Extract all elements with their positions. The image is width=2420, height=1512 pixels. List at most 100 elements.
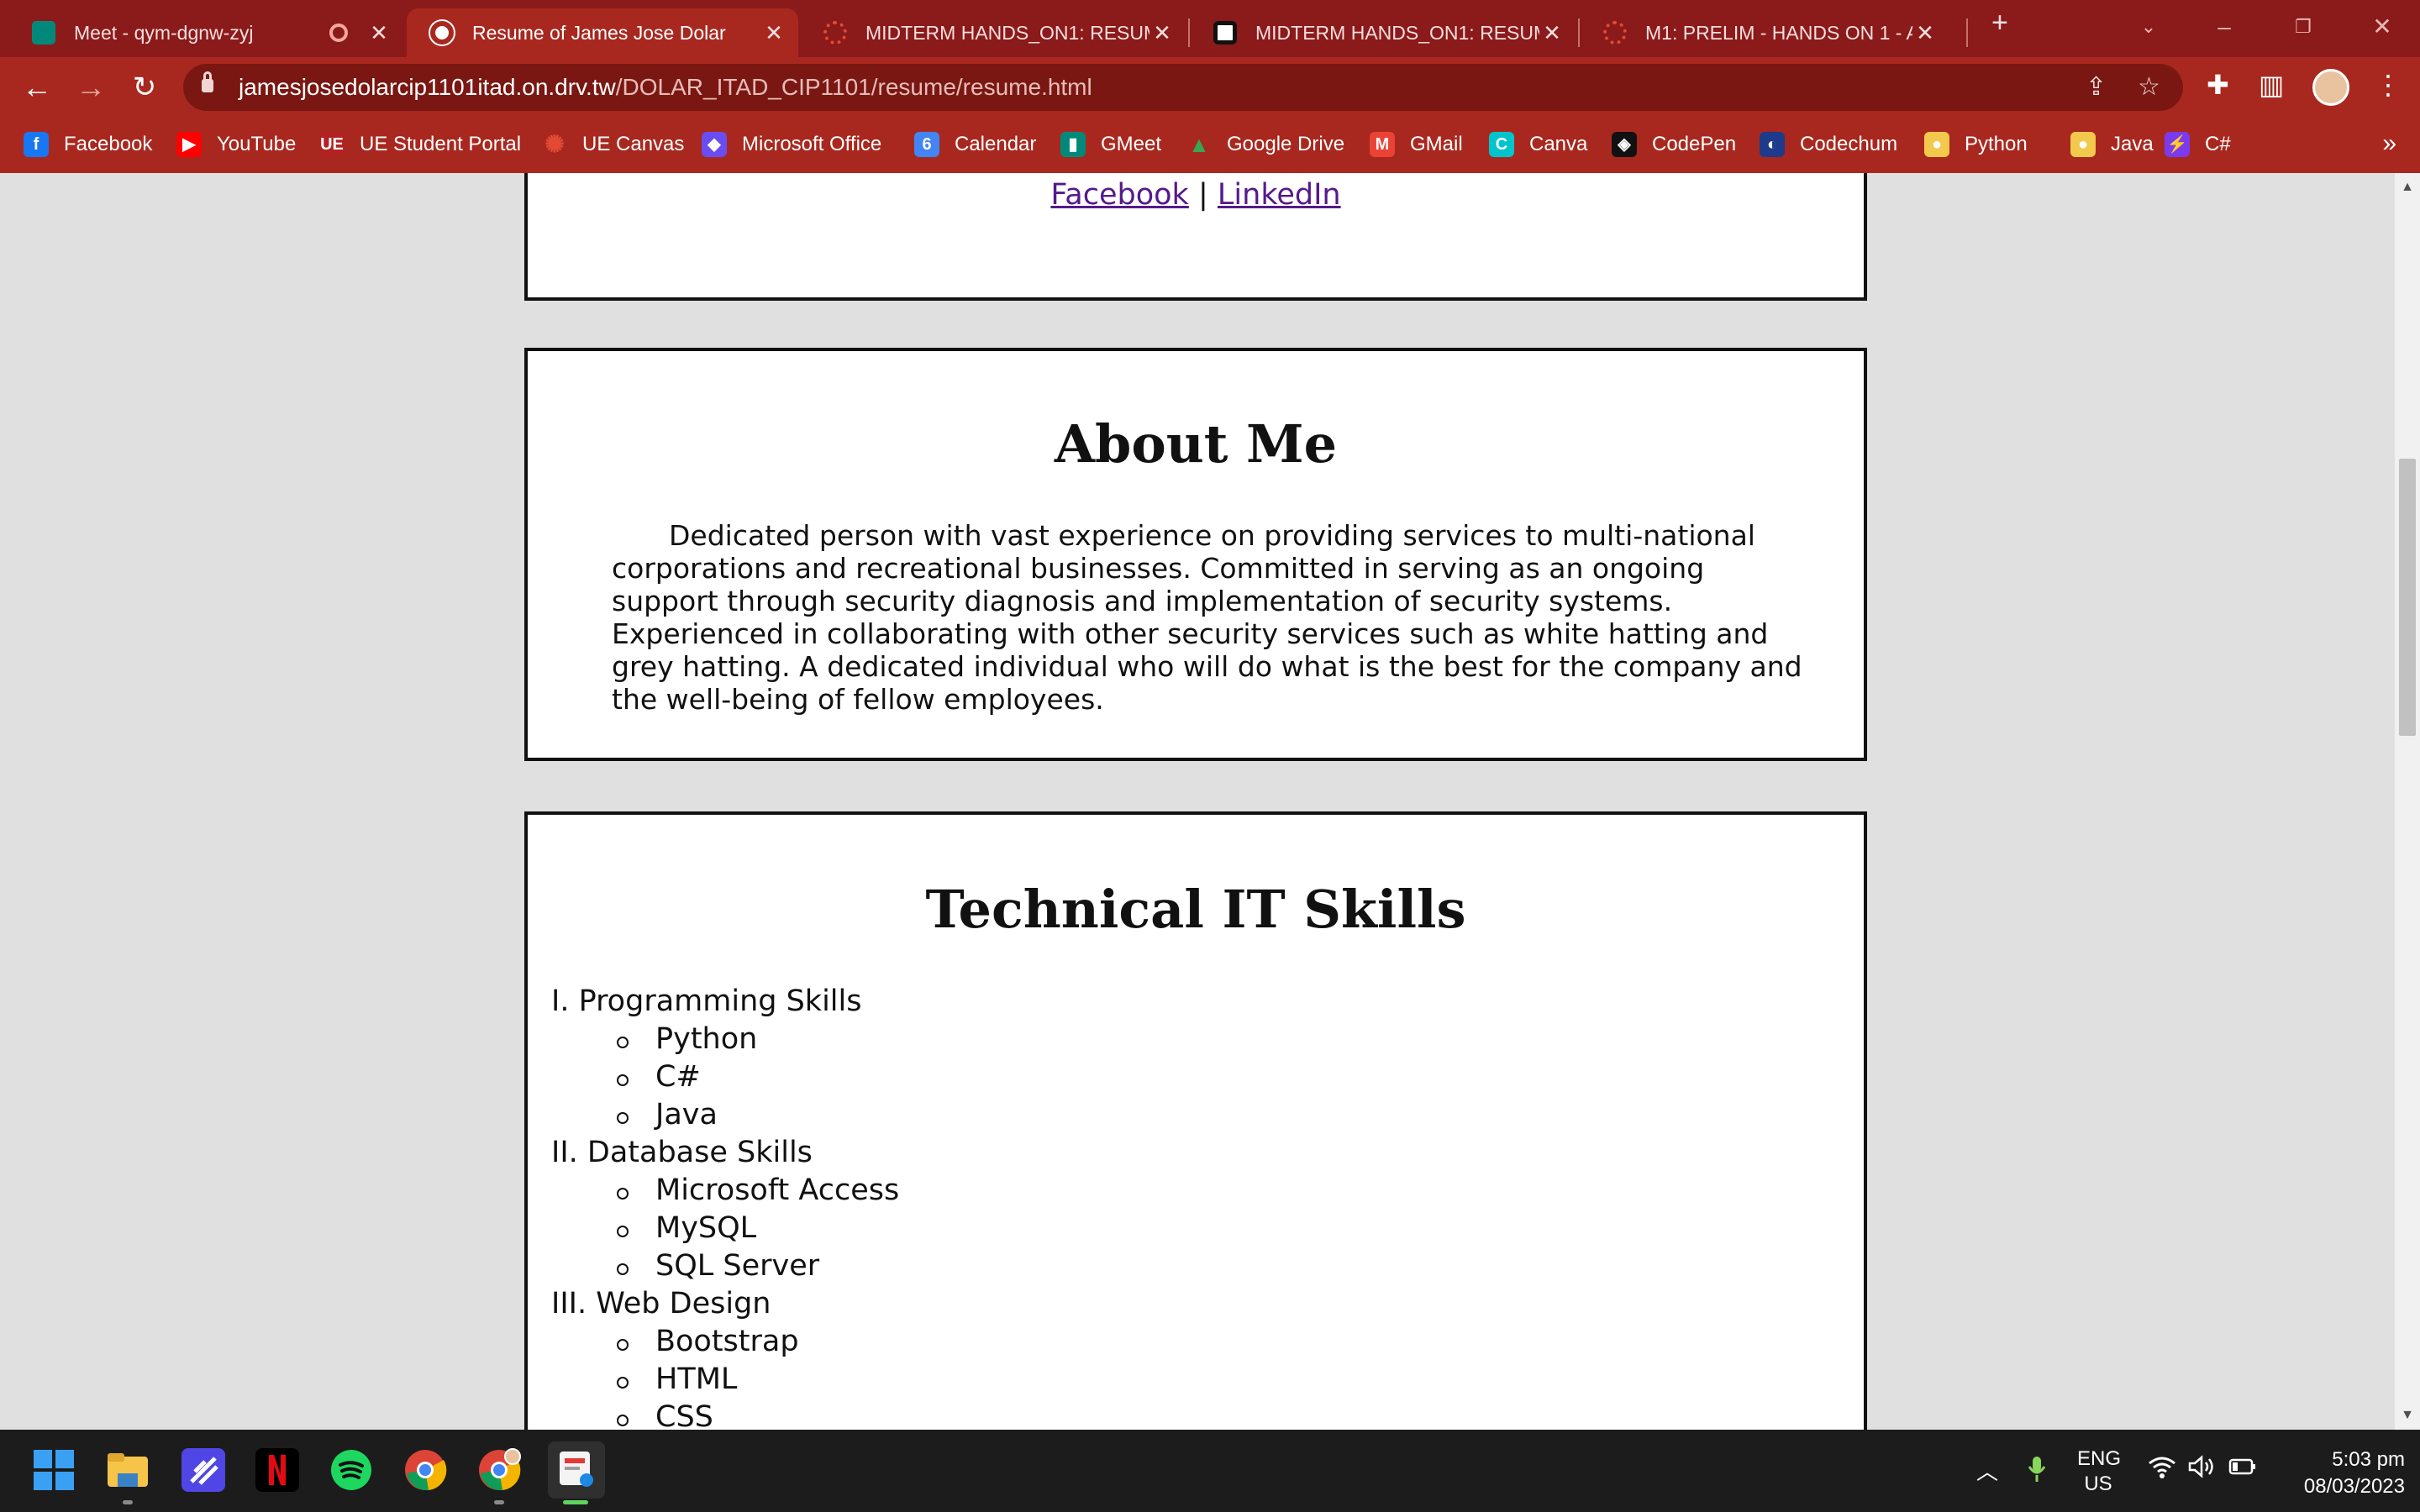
google-drive-icon: ▲	[1188, 132, 1210, 157]
skill-item: Microsoft Access	[551, 1172, 899, 1210]
windows-start-icon[interactable]	[32, 1448, 76, 1492]
bookmark-python[interactable]: ● Python	[1924, 128, 2028, 161]
bookmark-youtube[interactable]: ▶ YouTube	[176, 128, 296, 161]
bookmark-google-drive[interactable]: ▲ Google Drive	[1186, 128, 1344, 161]
snipping-tool-icon[interactable]	[548, 1441, 605, 1499]
facebook-link[interactable]: Facebook	[1050, 178, 1188, 212]
lock-icon[interactable]	[202, 71, 213, 92]
avatar[interactable]	[2312, 69, 2349, 106]
chrome-icon[interactable]	[403, 1448, 447, 1492]
bookmark-microsoft-office[interactable]: ◆ Microsoft Office	[702, 128, 881, 161]
scrollbar-thumb[interactable]	[2399, 459, 2416, 736]
chevron-up-icon[interactable]: ︿	[1976, 1455, 1998, 1486]
bookmark-star-icon[interactable]: ☆	[2138, 72, 2160, 102]
wifi-icon[interactable]	[2148, 1455, 2176, 1484]
minimize-icon[interactable]: –	[2186, 3, 2262, 50]
calendar-icon: 6	[914, 132, 939, 157]
file-explorer-icon[interactable]	[106, 1448, 150, 1492]
active-indicator	[563, 1500, 588, 1504]
running-indicator	[123, 1500, 133, 1504]
tab-search-chevron-icon[interactable]: ⌄	[2111, 3, 2186, 50]
bookmark-gmeet[interactable]: ▮ GMeet	[1060, 128, 1161, 161]
tab-title: MIDTERM HANDS_ON1: RESUM	[865, 21, 1150, 44]
tab-midterm-codepen[interactable]: MIDTERM HANDS_ON1: RESUM ✕	[1190, 8, 1576, 57]
linear-app-icon[interactable]	[182, 1448, 225, 1492]
bookmark-calendar[interactable]: 6 Calendar	[914, 128, 1036, 161]
ue-canvas-icon: ✺	[544, 131, 565, 157]
bookmark-label: CodePen	[1652, 133, 1737, 155]
bookmark-label: GMeet	[1101, 133, 1162, 155]
skill-item: Python	[551, 1021, 899, 1058]
bookmark-label: Microsoft Office	[742, 133, 882, 155]
tab-meet[interactable]: Meet - qym-dgnw-zyj ✕	[8, 8, 403, 57]
bookmark-codepen[interactable]: ◈ CodePen	[1612, 128, 1736, 161]
page-scrollbar[interactable]: ▲ ▼	[2395, 173, 2420, 1430]
tab-resume[interactable]: Resume of James Jose Dolar ✕	[407, 8, 798, 57]
bookmark-canva[interactable]: C Canva	[1489, 128, 1587, 161]
skill-item: Java	[551, 1096, 899, 1134]
close-icon[interactable]: ✕	[1912, 20, 1938, 46]
scroll-up-arrow-icon[interactable]: ▲	[2395, 180, 2420, 195]
address-bar[interactable]: jamesjosedolarcip1101itad.on.drv.tw/DOLA…	[183, 64, 2183, 111]
skill-items: Bootstrap HTML CSS	[551, 1323, 899, 1430]
tab-prelim[interactable]: M1: PRELIM - HANDS ON 1 - AI ✕	[1580, 8, 1949, 57]
bookmark-gmail[interactable]: M GMail	[1370, 128, 1463, 161]
bookmark-ue-student-portal[interactable]: UE UE Student Portal	[319, 128, 521, 161]
recording-icon	[329, 24, 348, 42]
skill-item: C#	[551, 1058, 899, 1096]
tab-midterm-canvas[interactable]: MIDTERM HANDS_ON1: RESUM ✕	[800, 8, 1186, 57]
battery-icon[interactable]	[2228, 1457, 2257, 1483]
close-icon[interactable]: ✕	[1150, 20, 1175, 46]
bookmark-label: UE Canvas	[582, 133, 685, 155]
back-arrow-icon[interactable]: ←	[17, 67, 57, 108]
window-close-icon[interactable]: ✕	[2344, 3, 2420, 50]
bookmark-label: Facebook	[64, 133, 153, 155]
skill-item: MySQL	[551, 1210, 899, 1247]
chrome-profile-icon[interactable]	[477, 1448, 521, 1492]
extensions-puzzle-icon[interactable]: ✚	[2207, 69, 2229, 101]
bookmark-label: Java	[2111, 133, 2154, 155]
keyboard-region: US	[2084, 1473, 2112, 1495]
windows-taskbar: ︿ ENG US 5:03 pm 08/03/2023	[0, 1430, 2420, 1512]
close-icon[interactable]: ✕	[1539, 20, 1565, 46]
language-indicator[interactable]: ENG US	[2077, 1446, 2121, 1497]
bookmark-label: Calendar	[955, 133, 1037, 155]
url-text[interactable]: jamesjosedolarcip1101itad.on.drv.tw/DOLA…	[239, 74, 1092, 101]
bookmarks-more-icon[interactable]: »	[2382, 129, 2396, 158]
office-icon: ◆	[702, 132, 727, 157]
bookmark-label: Google Drive	[1227, 133, 1345, 155]
share-icon[interactable]: ⇪	[2086, 72, 2107, 102]
new-tab-button[interactable]: +	[1991, 7, 2008, 39]
clock[interactable]: 5:03 pm 08/03/2023	[2279, 1446, 2405, 1500]
side-panel-icon[interactable]: ▥	[2259, 69, 2284, 101]
reload-icon[interactable]: ↻	[124, 67, 165, 108]
clock-time: 5:03 pm	[2332, 1448, 2405, 1471]
microphone-icon[interactable]	[2027, 1455, 2047, 1489]
google-meet-icon: ▮	[1060, 132, 1086, 157]
bookmark-c[interactable]: ⚡ C#	[2165, 128, 2231, 161]
bookmark-java[interactable]: ● Java	[2070, 128, 2154, 161]
bookmark-ue-canvas[interactable]: ✺ UE Canvas	[542, 128, 684, 161]
forward-arrow-icon[interactable]: →	[71, 67, 111, 108]
speaker-icon[interactable]	[2188, 1455, 2217, 1484]
bookmark-label: C#	[2205, 133, 2231, 155]
tab-title: Resume of James Jose Dolar	[472, 21, 726, 44]
codepen-icon: ◈	[1612, 132, 1637, 157]
page-viewport[interactable]: Facebook | LinkedIn About Me Dedicated p…	[0, 173, 2395, 1430]
bookmarks-bar: f Facebook ▶ YouTube UE UE Student Portal ✺ UE …	[0, 118, 2420, 173]
skill-item: HTML	[551, 1361, 899, 1399]
bookmark-codechum[interactable]: ◐ Codechum	[1760, 128, 1897, 161]
restore-icon[interactable]: ❐	[2265, 3, 2341, 50]
linkedin-link[interactable]: LinkedIn	[1218, 178, 1341, 212]
menu-kebab-icon[interactable]: ⋮	[2375, 69, 2402, 101]
skills-card: Technical IT Skills I. Programming Skill…	[524, 811, 1867, 1430]
close-icon[interactable]: ✕	[366, 20, 392, 46]
netflix-icon[interactable]	[255, 1448, 299, 1492]
scroll-down-arrow-icon[interactable]: ▼	[2395, 1408, 2420, 1423]
google-meet-icon	[32, 21, 55, 45]
ue-portal-icon: UE	[319, 132, 345, 157]
tab-title: M1: PRELIM - HANDS ON 1 - AI	[1645, 21, 1912, 44]
close-icon[interactable]: ✕	[761, 20, 786, 46]
spotify-icon[interactable]	[329, 1448, 373, 1492]
bookmark-facebook[interactable]: f Facebook	[24, 128, 152, 161]
